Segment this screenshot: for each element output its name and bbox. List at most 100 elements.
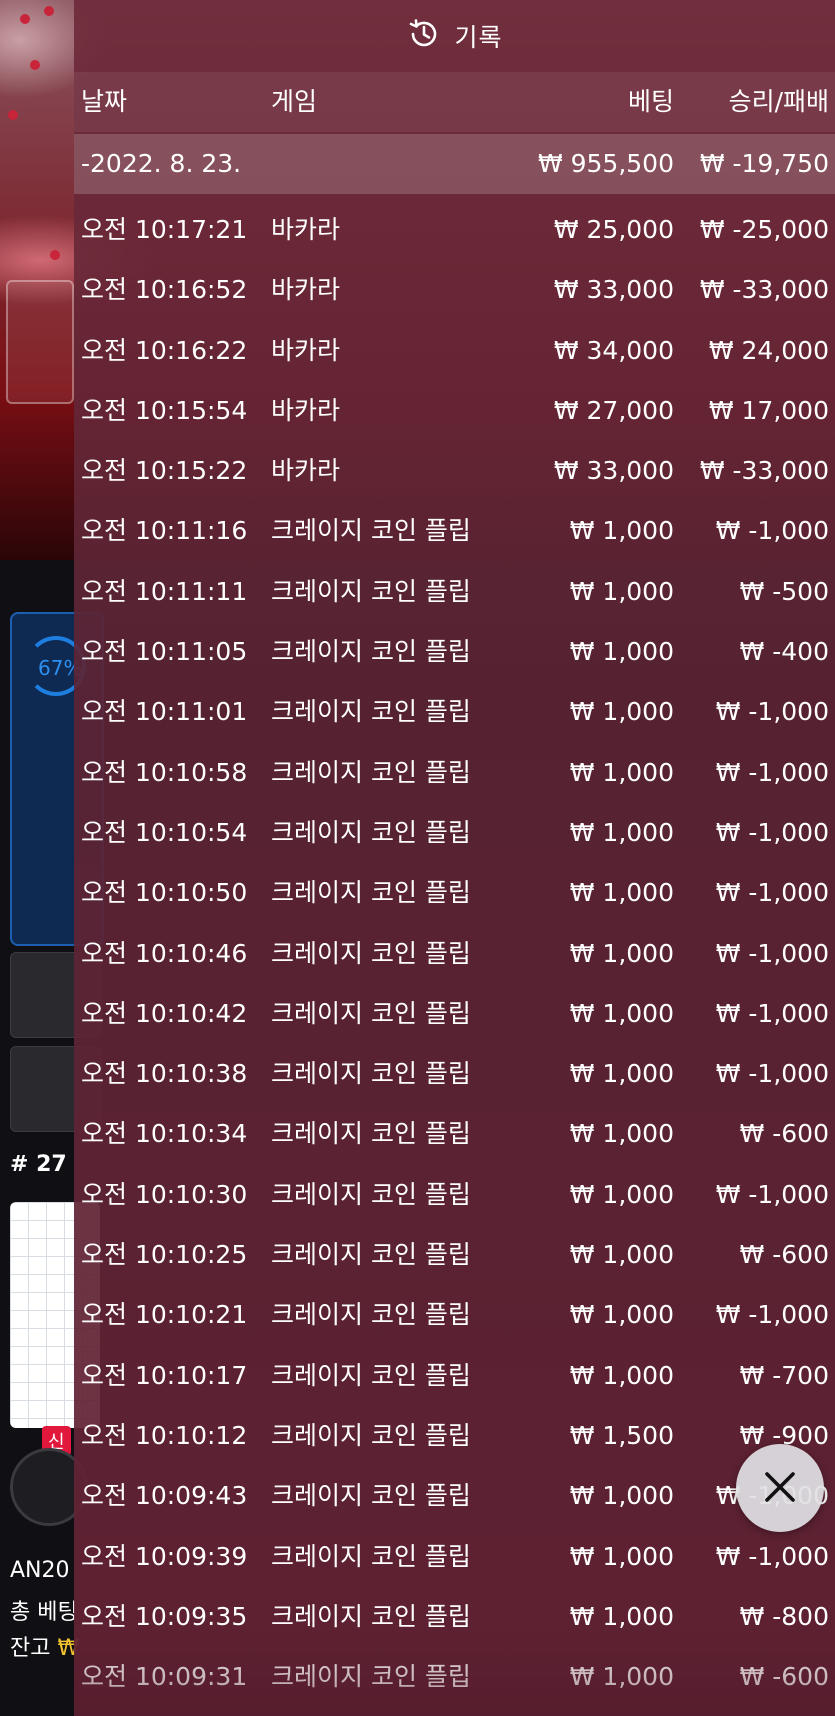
history-row[interactable]: 오전 10:16:22 바카라 ₩ 34,000 ₩ 24,000 [74,321,835,381]
history-icon [406,16,442,56]
history-row[interactable]: 오전 10:10:17 크레이지 코인 플립 ₩ 1,000 ₩ -700 [74,1346,835,1406]
row-bet: ₩ 1,000 [569,516,674,546]
history-row[interactable]: 오전 10:10:46 크레이지 코인 플립 ₩ 1,000 ₩ -1,000 [74,924,835,984]
card-shoe [6,280,74,404]
row-bet: ₩ 1,000 [569,637,674,667]
history-row[interactable]: 오전 10:11:11 크레이지 코인 플립 ₩ 1,000 ₩ -500 [74,562,835,622]
row-game: 바카라 [271,335,341,365]
row-time: 오전 10:10:30 [81,1179,248,1209]
row-win-loss: ₩ -33,000 [699,456,829,486]
history-row[interactable]: 오전 10:15:54 바카라 ₩ 27,000 ₩ 17,000 [74,381,835,441]
row-bet: ₩ 1,000 [569,998,674,1028]
row-time: 오전 10:09:39 [81,1541,248,1571]
history-row[interactable]: 오전 10:10:12 크레이지 코인 플립 ₩ 1,500 ₩ -900 [74,1406,835,1466]
row-time: 오전 10:10:58 [81,757,248,787]
close-button[interactable] [736,1444,824,1532]
history-row[interactable]: 오전 10:09:39 크레이지 코인 플립 ₩ 1,000 ₩ -1,000 [74,1527,835,1587]
blossom-decoration [30,60,40,70]
row-bet: ₩ 1,000 [569,817,674,847]
row-game: 바카라 [271,215,341,244]
row-time: 오전 10:09:35 [81,1601,248,1631]
row-time: 오전 10:10:42 [81,998,248,1028]
column-game: 게임 [271,87,318,116]
row-game: 크레이지 코인 플립 [271,1541,471,1571]
row-game: 바카라 [271,275,341,305]
row-win-loss: ₩ 24,000 [708,335,829,365]
history-row[interactable]: 오전 10:10:34 크레이지 코인 플립 ₩ 1,000 ₩ -600 [74,1104,835,1164]
row-win-loss: ₩ -400 [739,637,829,667]
row-bet: ₩ 1,000 [569,1481,674,1511]
row-game: 크레이지 코인 플립 [271,1481,471,1511]
history-row[interactable]: 오전 10:11:05 크레이지 코인 플립 ₩ 1,000 ₩ -400 [74,622,835,682]
history-row[interactable]: 오전 10:15:22 바카라 ₩ 33,000 ₩ -33,000 [74,441,835,501]
history-row[interactable]: 오전 10:10:30 크레이지 코인 플립 ₩ 1,000 ₩ -1,000 [74,1165,835,1225]
blossom-decoration [44,6,54,16]
row-time: 오전 10:16:22 [81,335,248,365]
row-bet: ₩ 1,000 [569,1662,674,1692]
row-time: 오전 10:11:01 [81,697,248,727]
row-time: 오전 10:09:31 [81,1662,248,1692]
row-game: 크레이지 코인 플립 [271,1300,471,1330]
row-win-loss: ₩ -600 [739,1662,829,1692]
row-bet: ₩ 33,000 [553,456,674,486]
row-game: 크레이지 코인 플립 [271,998,471,1028]
balance-label: 잔고 ₩ [10,1636,80,1661]
history-row[interactable]: 오전 10:11:01 크레이지 코인 플립 ₩ 1,000 ₩ -1,000 [74,682,835,742]
column-win-loss: 승리/패배 [728,87,829,116]
row-time: 오전 10:17:21 [81,215,248,244]
account-label: AN20 [10,1558,70,1583]
history-row[interactable]: 오전 10:10:58 크레이지 코인 플립 ₩ 1,000 ₩ -1,000 [74,743,835,803]
row-time: 오전 10:10:46 [81,938,248,968]
history-row[interactable]: 오전 10:10:38 크레이지 코인 플립 ₩ 1,000 ₩ -1,000 [74,1044,835,1104]
row-game: 크레이지 코인 플립 [271,1360,471,1390]
row-win-loss: ₩ -1,000 [715,1541,829,1571]
row-time: 오전 10:10:54 [81,817,248,847]
row-bet: ₩ 27,000 [553,395,674,425]
row-game: 크레이지 코인 플립 [271,1240,471,1270]
row-game: 크레이지 코인 플립 [271,938,471,968]
row-game: 크레이지 코인 플립 [271,1059,471,1089]
row-win-loss: ₩ -800 [739,1601,829,1631]
row-bet: ₩ 1,000 [569,1119,674,1149]
row-win-loss: ₩ -600 [739,1240,829,1270]
panel-header: 기록 [74,0,835,72]
row-game: 크레이지 코인 플립 [271,1119,471,1149]
table-header: 날짜 게임 베팅 승리/패배 [74,72,835,132]
row-game: 크레이지 코인 플립 [271,697,471,727]
history-list: 오전 10:17:21 바카라 ₩ 25,000 ₩ -25,000 오전 10:16:… [74,200,835,1707]
row-time: 오전 10:15:54 [81,395,248,425]
row-time: 오전 10:10:50 [81,878,248,908]
row-time: 오전 10:10:25 [81,1240,248,1270]
date-summary-row[interactable]: -2022. 8. 23. ₩ 955,500 ₩ -19,750 [74,134,835,194]
history-row[interactable]: 오전 10:09:35 크레이지 코인 플립 ₩ 1,000 ₩ -800 [74,1587,835,1647]
history-row[interactable]: 오전 10:10:42 크레이지 코인 플립 ₩ 1,000 ₩ -1,000 [74,984,835,1044]
row-game: 크레이지 코인 플립 [271,516,471,546]
row-game: 크레이지 코인 플립 [271,1179,471,1209]
row-time: 오전 10:15:22 [81,456,248,486]
row-time: 오전 10:10:21 [81,1300,248,1330]
row-bet: ₩ 1,000 [569,1601,674,1631]
history-row[interactable]: 오전 10:09:31 크레이지 코인 플립 ₩ 1,000 ₩ -600 [74,1647,835,1707]
row-bet: ₩ 1,000 [569,697,674,727]
history-row[interactable]: 오전 10:16:52 바카라 ₩ 33,000 ₩ -33,000 [74,260,835,320]
history-row[interactable]: 오전 10:17:21 바카라 ₩ 25,000 ₩ -25,000 [74,200,835,260]
summary-date: -2022. 8. 23. [81,149,242,178]
row-bet: ₩ 1,000 [569,1541,674,1571]
history-row[interactable]: 오전 10:10:50 크레이지 코인 플립 ₩ 1,000 ₩ -1,000 [74,863,835,923]
history-row[interactable]: 오전 10:10:54 크레이지 코인 플립 ₩ 1,000 ₩ -1,000 [74,803,835,863]
history-row[interactable]: 오전 10:10:25 크레이지 코인 플립 ₩ 1,000 ₩ -600 [74,1225,835,1285]
row-game: 크레이지 코인 플립 [271,878,471,908]
row-game: 크레이지 코인 플립 [271,1662,471,1692]
history-row[interactable]: 오전 10:11:16 크레이지 코인 플립 ₩ 1,000 ₩ -1,000 [74,501,835,561]
history-row[interactable]: 오전 10:09:43크레이지 코인 플립₩ 1,000₩ -1,000 [74,1466,835,1526]
row-win-loss: ₩ -1,000 [715,998,829,1028]
row-bet: ₩ 1,000 [569,1059,674,1089]
history-row[interactable]: 오전 10:10:21 크레이지 코인 플립 ₩ 1,000 ₩ -1,000 [74,1285,835,1345]
row-bet: ₩ 1,000 [569,1360,674,1390]
row-win-loss: ₩ -1,000 [715,516,829,546]
row-win-loss: ₩ -33,000 [699,275,829,305]
row-win-loss: ₩ -500 [739,576,829,606]
row-bet: ₩ 1,500 [569,1420,674,1450]
row-win-loss: ₩ -1,000 [715,1059,829,1089]
row-win-loss: ₩ 17,000 [708,395,829,425]
